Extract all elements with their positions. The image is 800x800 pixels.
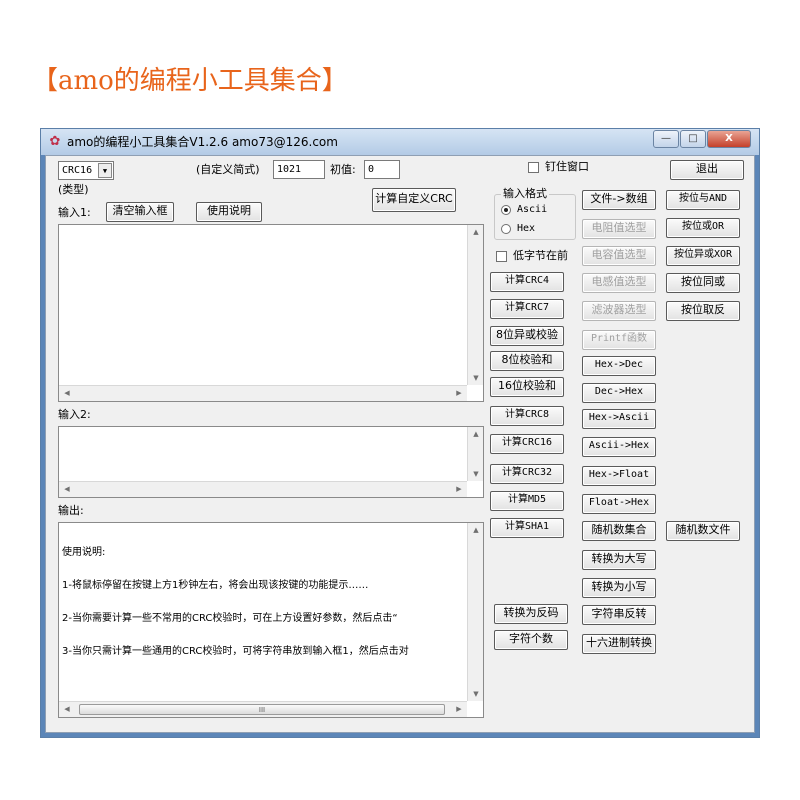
hex-to-ascii-button[interactable]: Hex->Ascii: [582, 409, 656, 429]
random-set-button[interactable]: 随机数集合: [582, 521, 656, 541]
bitwise-not-button[interactable]: 按位取反: [666, 301, 740, 321]
app-flower-icon: ✿: [49, 134, 61, 149]
output-text: 使用说明: 1-将鼠标停留在按键上方1秒钟左右，将会出现该按键的功能提示…… 2…: [62, 525, 462, 685]
to-lower-button[interactable]: 转换为小写: [582, 578, 656, 598]
low-byte-first-label: 低字节在前: [513, 249, 568, 262]
scroll-left-icon[interactable]: ◀: [59, 702, 75, 716]
low-byte-first-checkbox[interactable]: [496, 251, 507, 262]
scroll-down-icon[interactable]: ▼: [468, 687, 484, 701]
hex-label: Hex: [517, 223, 536, 234]
output-line: 2-当你需要计算一些不常用的CRC校验时，可在上方设置好参数，然后点击“: [62, 613, 398, 624]
reverse-code-button[interactable]: 转换为反码: [494, 604, 568, 624]
calc-crc4-button[interactable]: 计算CRC4: [490, 272, 564, 292]
output-line: 3-当你只需计算一些通用的CRC校验时，可将字符串放到输入框1，然后点击对: [62, 646, 409, 657]
float-to-hex-button[interactable]: Float->Hex: [582, 494, 656, 514]
calc-custom-crc-button[interactable]: 计算自定义CRC: [372, 188, 456, 212]
scroll-left-icon[interactable]: ◀: [59, 482, 75, 496]
input-format-legend: 输入格式: [501, 187, 549, 201]
output-hscroll[interactable]: ◀ III ▶: [59, 701, 467, 717]
init-value-label: 初值:: [330, 163, 356, 176]
to-upper-button[interactable]: 转换为大写: [582, 550, 656, 570]
filter-select-button[interactable]: 滤波器选型: [582, 301, 656, 321]
capacitor-select-button[interactable]: 电容值选型: [582, 246, 656, 266]
input2-vscroll[interactable]: ▲ ▼: [467, 427, 483, 481]
pin-window-label: 钉住窗口: [545, 160, 589, 173]
calc-sha1-button[interactable]: 计算SHA1: [490, 518, 564, 538]
input1-vscroll[interactable]: ▲ ▼: [467, 225, 483, 385]
app-window: ✿ amo的编程小工具集合V1.2.6 amo73@126.com — □ X …: [40, 128, 760, 738]
sum8-check-button[interactable]: 8位校验和: [490, 351, 564, 371]
hex-convert-button[interactable]: 十六进制转换: [582, 634, 656, 654]
calc-crc7-button[interactable]: 计算CRC7: [490, 299, 564, 319]
output-vscroll[interactable]: ▲ ▼: [467, 523, 483, 701]
scroll-up-icon[interactable]: ▲: [468, 225, 484, 239]
dec-to-hex-button[interactable]: Dec->Hex: [582, 383, 656, 403]
hex-to-float-button[interactable]: Hex->Float: [582, 466, 656, 486]
calc-crc8-button[interactable]: 计算CRC8: [490, 406, 564, 426]
custom-formula-label: (自定义简式): [196, 163, 260, 176]
scroll-right-icon[interactable]: ▶: [451, 482, 467, 496]
init-value-input[interactable]: 0: [364, 160, 400, 179]
char-count-button[interactable]: 字符个数: [494, 630, 568, 650]
input1-label: 输入1:: [58, 206, 91, 219]
bitwise-xnor-button[interactable]: 按位同或: [666, 273, 740, 293]
scroll-right-icon[interactable]: ▶: [451, 702, 467, 716]
calc-crc32-button[interactable]: 计算CRC32: [490, 464, 564, 484]
string-reverse-button[interactable]: 字符串反转: [582, 605, 656, 625]
help-button[interactable]: 使用说明: [196, 202, 262, 222]
input1-hscroll[interactable]: ◀ ▶: [59, 385, 467, 401]
close-button[interactable]: X: [707, 130, 751, 148]
calc-crc16-button[interactable]: 计算CRC16: [490, 434, 564, 454]
pin-window-checkbox[interactable]: [528, 162, 539, 173]
maximize-button[interactable]: □: [680, 130, 706, 148]
bitwise-and-button[interactable]: 按位与AND: [666, 190, 740, 210]
output-line: 使用说明:: [62, 547, 106, 558]
client-area: CRC16 ▼ (类型) (自定义简式) 1021 初值: 0 钉住窗口 退出 …: [45, 155, 755, 733]
hex-radio[interactable]: [501, 224, 511, 234]
xor8-check-button[interactable]: 8位异或校验: [490, 326, 564, 346]
output-line: 1-将鼠标停留在按键上方1秒钟左右，将会出现该按键的功能提示……: [62, 580, 369, 591]
resistor-select-button[interactable]: 电阻值选型: [582, 219, 656, 239]
chevron-down-icon[interactable]: ▼: [98, 163, 112, 178]
input-format-group: 输入格式 Ascii Hex: [494, 187, 576, 240]
input1-textarea[interactable]: ▲ ▼ ◀ ▶: [58, 224, 484, 402]
inductor-select-button[interactable]: 电感值选型: [582, 273, 656, 293]
input2-textarea[interactable]: ▲ ▼ ◀ ▶: [58, 426, 484, 498]
crc-type-value: CRC16: [62, 165, 93, 176]
window-title: amo的编程小工具集合V1.2.6 amo73@126.com: [67, 135, 338, 149]
calc-md5-button[interactable]: 计算MD5: [490, 491, 564, 511]
sum16-check-button[interactable]: 16位校验和: [490, 377, 564, 397]
scroll-up-icon[interactable]: ▲: [468, 427, 484, 441]
custom-formula-input[interactable]: 1021: [273, 160, 325, 179]
ascii-radio[interactable]: [501, 205, 511, 215]
scroll-left-icon[interactable]: ◀: [59, 386, 75, 400]
output-label: 输出:: [58, 504, 84, 517]
scroll-up-icon[interactable]: ▲: [468, 523, 484, 537]
title-bar[interactable]: ✿ amo的编程小工具集合V1.2.6 amo73@126.com — □ X: [41, 129, 759, 155]
input2-label: 输入2:: [58, 408, 91, 421]
bitwise-xor-button[interactable]: 按位异或XOR: [666, 246, 740, 266]
scroll-down-icon[interactable]: ▼: [468, 371, 484, 385]
output-textarea[interactable]: 使用说明: 1-将鼠标停留在按键上方1秒钟左右，将会出现该按键的功能提示…… 2…: [58, 522, 484, 718]
printf-button[interactable]: Printf函数: [582, 330, 656, 350]
scroll-right-icon[interactable]: ▶: [451, 386, 467, 400]
random-file-button[interactable]: 随机数文件: [666, 521, 740, 541]
type-label: (类型): [58, 183, 89, 196]
exit-button[interactable]: 退出: [670, 160, 744, 180]
clear-input-button[interactable]: 清空输入框: [106, 202, 174, 222]
bitwise-or-button[interactable]: 按位或OR: [666, 218, 740, 238]
scroll-down-icon[interactable]: ▼: [468, 467, 484, 481]
ascii-to-hex-button[interactable]: Ascii->Hex: [582, 437, 656, 457]
file-to-array-button[interactable]: 文件->数组: [582, 190, 656, 210]
hex-to-dec-button[interactable]: Hex->Dec: [582, 356, 656, 376]
scroll-thumb[interactable]: III: [79, 704, 445, 715]
crc-type-select[interactable]: CRC16 ▼: [58, 161, 114, 180]
page-headline: 【amo的编程小工具集合】: [32, 66, 348, 96]
ascii-label: Ascii: [517, 204, 548, 215]
input2-hscroll[interactable]: ◀ ▶: [59, 481, 467, 497]
minimize-button[interactable]: —: [653, 130, 679, 148]
